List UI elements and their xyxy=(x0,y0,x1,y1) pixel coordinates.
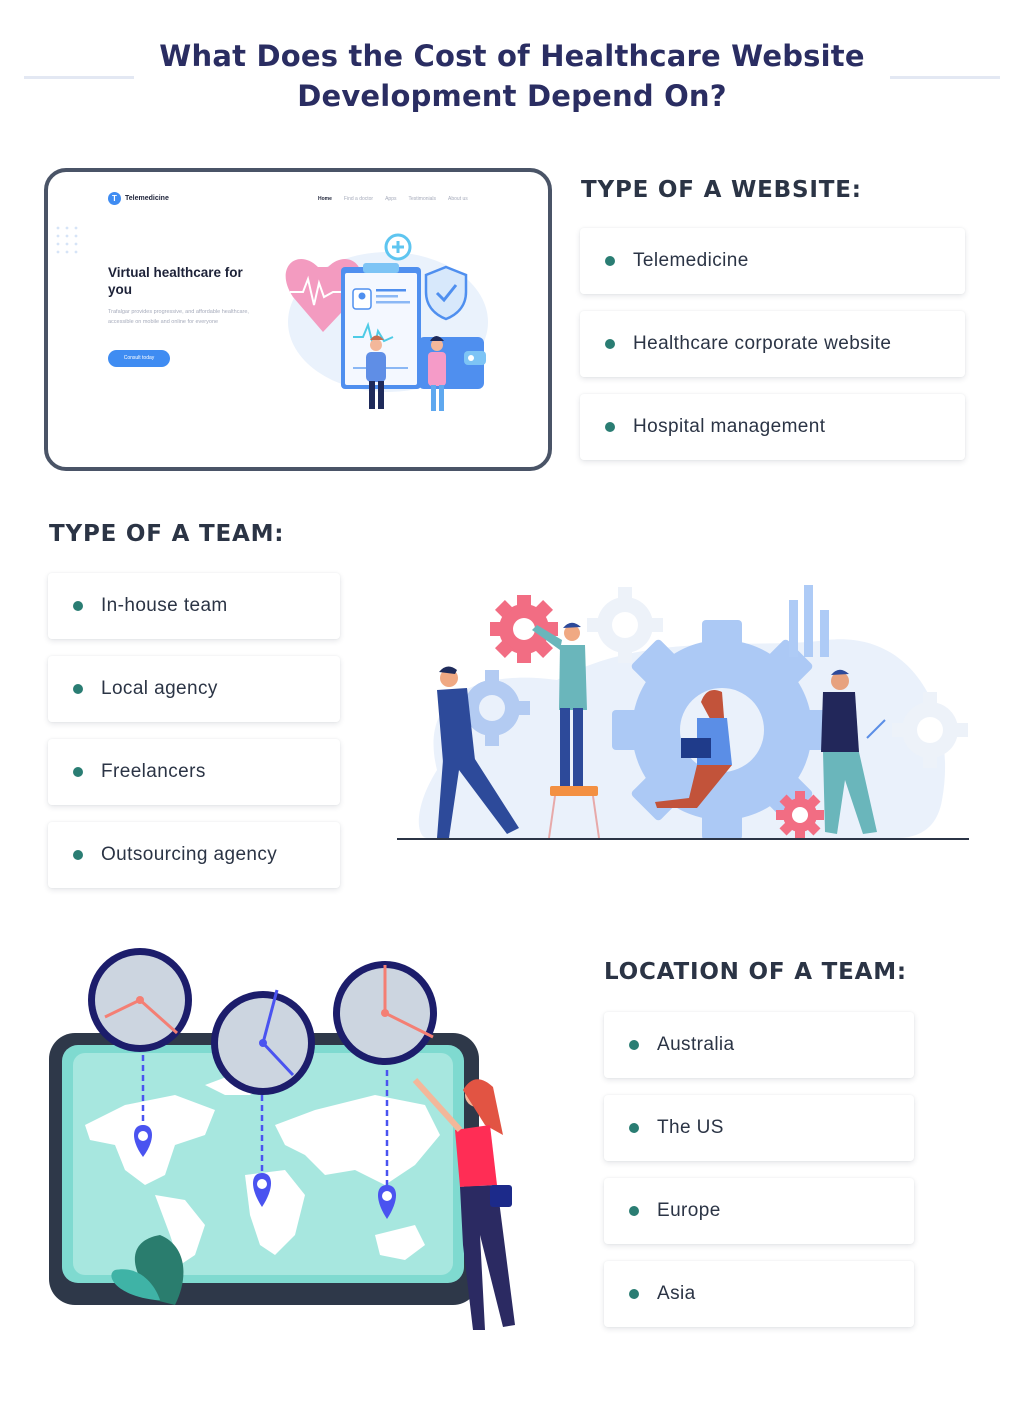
page-title-line-2: Development Depend On? xyxy=(297,79,727,113)
list-item: Asia xyxy=(604,1261,914,1327)
bullet-icon xyxy=(605,422,615,432)
team-gears-illustration xyxy=(418,585,968,840)
list-item: Europe xyxy=(604,1178,914,1244)
heading-website-type: TYPE OF A WEBSITE: xyxy=(581,177,862,203)
mockup-hero-title: Virtual healthcare for you xyxy=(108,265,243,297)
clock-icon xyxy=(211,989,315,1095)
list-item: Healthcare corporate website xyxy=(580,311,965,377)
mockup-logo-icon: T xyxy=(108,192,121,205)
team-location-list: Australia The US Europe Asia xyxy=(604,1012,914,1344)
bullet-icon xyxy=(73,850,83,860)
person-man xyxy=(366,352,386,382)
bullet-icon xyxy=(629,1206,639,1216)
list-item: Freelancers xyxy=(48,739,340,805)
page-title: What Does the Cost of Healthcare Website… xyxy=(0,36,1024,116)
pink-gear-icon xyxy=(776,791,824,839)
website-type-list: Telemedicine Healthcare corporate websit… xyxy=(580,228,965,477)
bullet-icon xyxy=(629,1123,639,1133)
person-doctor xyxy=(428,352,446,386)
bullet-icon xyxy=(605,339,615,349)
laptop-icon xyxy=(681,738,711,758)
world-map-clocks-illustration xyxy=(49,948,515,1330)
list-item-label: The US xyxy=(657,1117,724,1138)
ground-line xyxy=(397,838,969,840)
list-item: Telemedicine xyxy=(580,228,965,294)
list-item: Local agency xyxy=(48,656,340,722)
list-item: Outsourcing agency xyxy=(48,822,340,888)
mockup-dot-grid xyxy=(56,226,78,254)
shield-check-icon xyxy=(424,265,468,321)
mockup-logo-text: Telemedicine xyxy=(125,195,169,202)
list-item-label: Australia xyxy=(657,1034,735,1055)
mockup-logo: T Telemedicine xyxy=(108,192,169,205)
mockup-nav-apps[interactable]: Apps xyxy=(385,196,396,202)
bullet-icon xyxy=(73,767,83,777)
list-item-label: Outsourcing agency xyxy=(101,844,278,865)
bullet-icon xyxy=(73,601,83,611)
mockup-nav-find-doctor[interactable]: Find a doctor xyxy=(344,196,373,202)
mockup-nav: Home Find a doctor Apps Testimonials Abo… xyxy=(318,196,468,202)
mockup-nav-testimonials[interactable]: Testimonials xyxy=(409,196,437,202)
list-item: In-house team xyxy=(48,573,340,639)
clock-icon xyxy=(88,948,192,1052)
list-item-label: Telemedicine xyxy=(633,250,749,271)
pink-gear-icon xyxy=(490,595,558,663)
mockup-nav-about[interactable]: About us xyxy=(448,196,468,202)
team-type-list: In-house team Local agency Freelancers O… xyxy=(48,573,340,905)
heading-team-location: LOCATION OF A TEAM: xyxy=(604,959,907,985)
list-item-label: In-house team xyxy=(101,595,228,616)
bullet-icon xyxy=(605,256,615,266)
clock-icon xyxy=(333,961,437,1065)
list-item-label: Europe xyxy=(657,1200,721,1221)
mockup-hero-text: Trafalgar provides progressive, and affo… xyxy=(108,309,249,325)
list-item-label: Local agency xyxy=(101,678,218,699)
bullet-icon xyxy=(73,684,83,694)
bar-chart-icon xyxy=(789,585,829,657)
list-item: Australia xyxy=(604,1012,914,1078)
list-item: Hospital management xyxy=(580,394,965,460)
telemedicine-illustration xyxy=(285,233,488,411)
handbag-icon xyxy=(490,1185,512,1207)
list-item-label: Asia xyxy=(657,1283,696,1304)
bullet-icon xyxy=(629,1289,639,1299)
list-item-label: Hospital management xyxy=(633,416,826,437)
list-item-label: Healthcare corporate website xyxy=(633,333,892,354)
website-mockup: T Telemedicine Home Find a doctor Apps T… xyxy=(44,168,552,471)
list-item: The US xyxy=(604,1095,914,1161)
bullet-icon xyxy=(629,1040,639,1050)
page-title-line-1: What Does the Cost of Healthcare Website xyxy=(159,39,865,73)
heading-team-type: TYPE OF A TEAM: xyxy=(49,521,285,547)
list-item-label: Freelancers xyxy=(101,761,206,782)
mockup-consult-button[interactable]: Consult today xyxy=(108,350,170,367)
mockup-nav-home[interactable]: Home xyxy=(318,196,332,202)
